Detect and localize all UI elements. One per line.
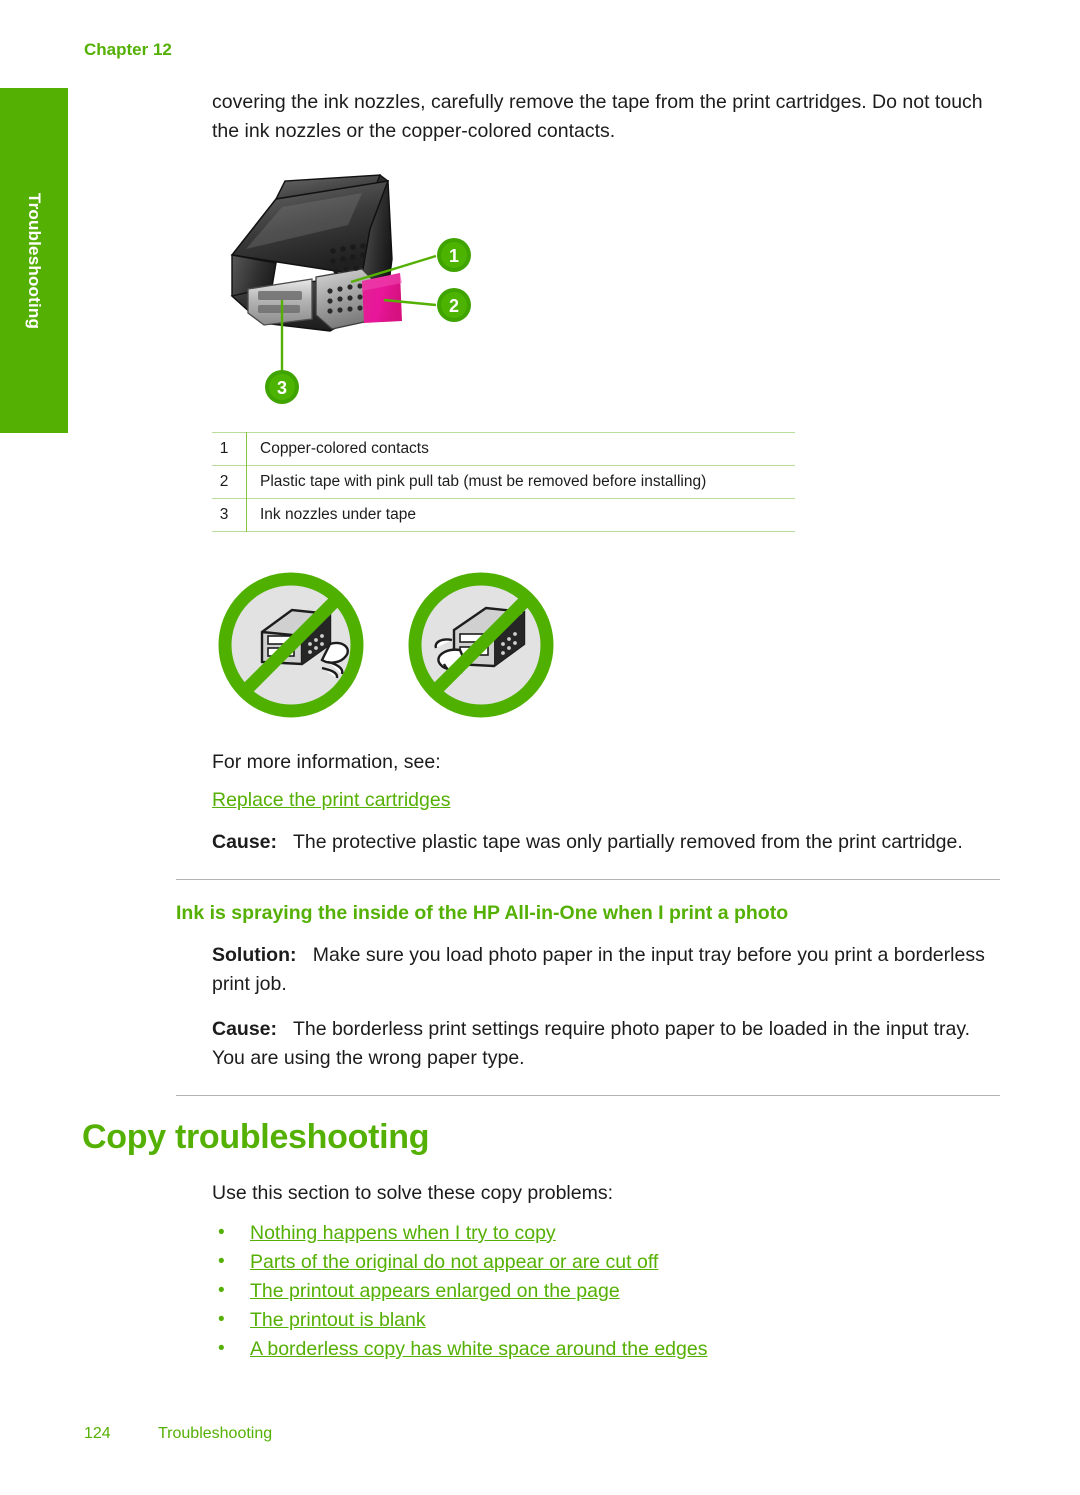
more-info-intro: For more information, see: [212,751,441,773]
link-nothing-happens-when-i-try-to-copy[interactable]: Nothing happens when I try to copy [250,1222,556,1244]
page-title: Copy troubleshooting [82,1118,430,1156]
figure-do-not-touch [210,564,1000,726]
legend-number: 3 [212,498,247,532]
ink-spraying-cause: Cause: The borderless print settings req… [212,1015,1000,1073]
list-item: • Parts of the original do not appear or… [212,1251,1000,1273]
section-divider [176,1095,1000,1096]
solution-spacer [296,944,312,966]
page-footer: 124 Troubleshooting [84,1425,272,1443]
side-tab-troubleshooting: Troubleshooting [0,88,68,433]
footer-page-number: 124 [84,1425,111,1442]
bullet-icon: • [218,1280,225,1301]
section-divider [176,879,1000,880]
bullet-icon: • [218,1251,225,1272]
cause-tape-paragraph: Cause: The protective plastic tape was o… [212,828,1000,857]
cause-text: The protective plastic tape was only par… [292,831,963,853]
svg-text:1: 1 [449,246,459,266]
link-printout-is-blank[interactable]: The printout is blank [250,1309,426,1331]
list-item: • A borderless copy has white space arou… [212,1338,1000,1360]
table-row: 3 Ink nozzles under tape [212,498,795,532]
cause-text: The borderless print settings require ph… [212,1018,971,1069]
callout-badge-2: 2 [437,288,471,322]
no-touch-contacts-icon [408,572,554,718]
table-row: 1 Copper-colored contacts [212,432,795,466]
callout-badge-1: 1 [437,238,471,272]
legend-description: Ink nozzles under tape [260,506,416,523]
legend-number: 1 [212,432,247,466]
intro-paragraph: covering the ink nozzles, carefully remo… [212,91,983,142]
table-row: 2 Plastic tape with pink pull tab (must … [212,465,795,499]
list-item: • The printout is blank [212,1309,1000,1331]
svg-text:2: 2 [449,296,459,316]
list-item: • The printout appears enlarged on the p… [212,1280,1000,1302]
heading-ink-spraying: Ink is spraying the inside of the HP All… [176,902,789,924]
figure-print-cartridge: 1 2 3 [212,163,512,418]
link-replace-print-cartridges[interactable]: Replace the print cartridges [212,789,450,811]
link-parts-of-the-original-do-not-appear[interactable]: Parts of the original do not appear or a… [250,1251,658,1273]
legend-description: Plastic tape with pink pull tab (must be… [260,473,707,490]
footer-section-label: Troubleshooting [158,1425,273,1442]
side-tab-label: Troubleshooting [25,192,44,329]
callout-legend-table: 1 Copper-colored contacts 2 Plastic tape… [212,432,795,532]
cause-label: Cause: [212,1018,278,1040]
no-touch-nozzles-icon [218,572,364,718]
ink-spraying-solution: Solution: Make sure you load photo paper… [212,941,1000,999]
solution-text: Make sure you load photo paper in the in… [212,944,985,995]
cause-spacer [277,831,293,853]
list-item: • Nothing happens when I try to copy [212,1222,1000,1244]
copy-problem-link-list: • Nothing happens when I try to copy • P… [212,1222,1000,1360]
solution-label: Solution: [212,944,297,966]
bullet-icon: • [218,1309,225,1330]
cause-spacer [277,1018,293,1040]
copy-troubleshooting-intro: Use this section to solve these copy pro… [212,1182,614,1204]
svg-text:3: 3 [277,378,287,398]
chapter-label: Chapter 12 [84,40,172,59]
link-borderless-copy-white-space[interactable]: A borderless copy has white space around… [250,1338,707,1360]
legend-number: 2 [212,465,247,499]
bullet-icon: • [218,1222,225,1243]
link-printout-appears-enlarged[interactable]: The printout appears enlarged on the pag… [250,1280,620,1302]
bullet-icon: • [218,1338,225,1359]
page-content: covering the ink nozzles, carefully remo… [82,88,1000,1367]
callout-badge-3: 3 [265,370,299,404]
print-cartridge-illustration: 1 2 3 [230,174,471,404]
legend-description: Copper-colored contacts [260,440,429,457]
cause-label: Cause: [212,831,278,853]
